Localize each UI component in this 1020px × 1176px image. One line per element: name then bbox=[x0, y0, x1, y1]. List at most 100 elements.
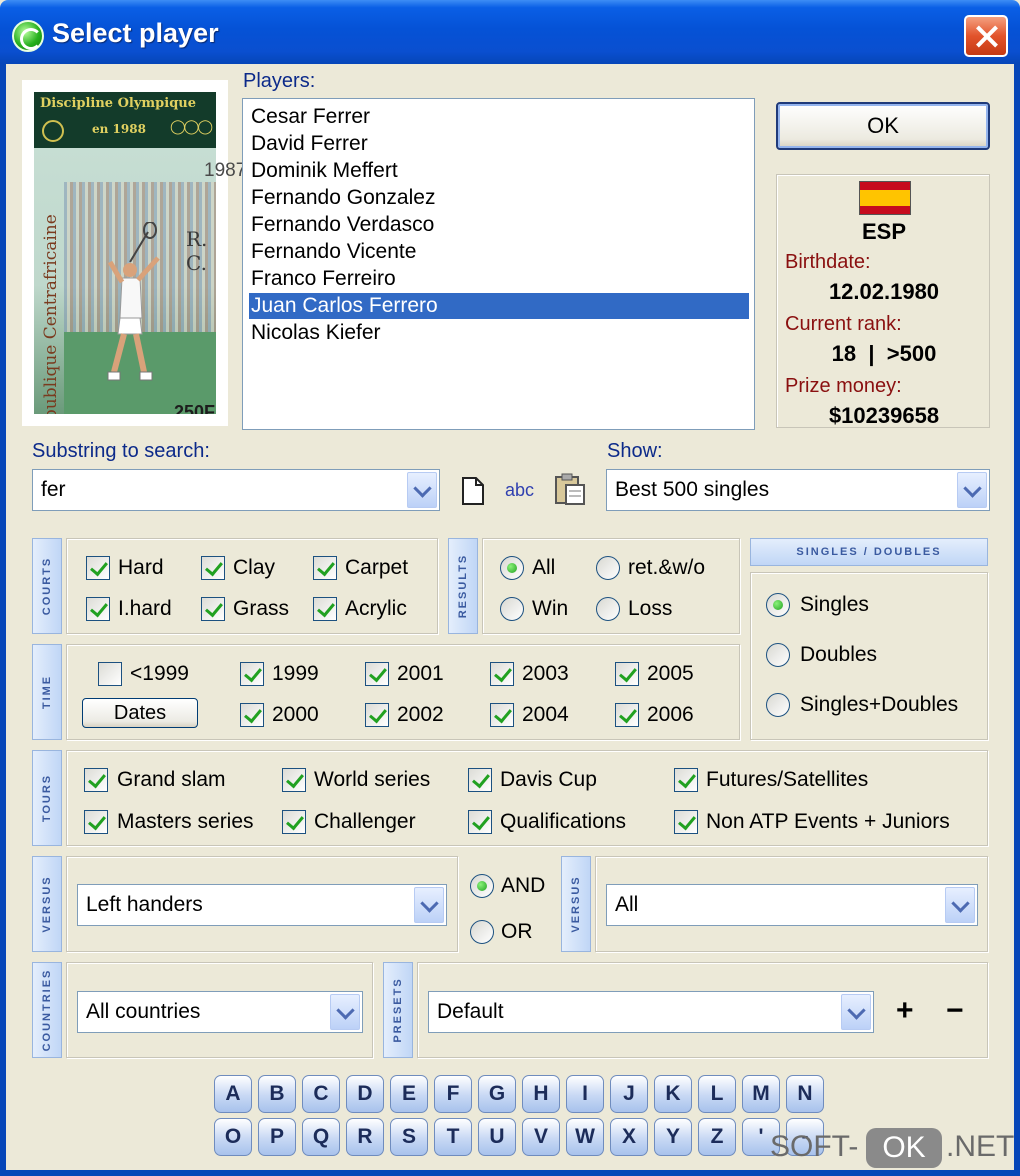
letter-key-s[interactable]: S bbox=[390, 1118, 428, 1156]
letter-key-p[interactable]: P bbox=[258, 1118, 296, 1156]
checkbox-label: 2002 bbox=[397, 703, 444, 726]
checkbox-masters-series[interactable] bbox=[84, 810, 108, 834]
chevron-down-icon[interactable] bbox=[957, 472, 987, 508]
versus-right-select[interactable]: All bbox=[606, 884, 978, 926]
letter-key-e[interactable]: E bbox=[390, 1075, 428, 1113]
letter-key-d[interactable]: D bbox=[346, 1075, 384, 1113]
checkbox-year-2002[interactable] bbox=[365, 703, 389, 727]
checkbox-court-hard[interactable] bbox=[86, 556, 110, 580]
show-select[interactable]: Best 500 singles bbox=[606, 469, 990, 511]
dates-button[interactable]: Dates bbox=[82, 698, 198, 728]
list-item[interactable]: Nicolas Kiefer bbox=[249, 320, 749, 346]
list-item[interactable]: David Ferrer bbox=[249, 131, 749, 157]
chevron-down-icon[interactable] bbox=[841, 994, 871, 1030]
radio-results-loss[interactable] bbox=[596, 597, 620, 621]
letter-key-b[interactable]: B bbox=[258, 1075, 296, 1113]
checkbox-year-2003[interactable] bbox=[490, 662, 514, 686]
checkbox-label: 2001 bbox=[397, 662, 444, 685]
radio-singles[interactable] bbox=[766, 593, 790, 617]
results-tab: RESULTS bbox=[448, 538, 478, 634]
checkbox-court-indoor-hard[interactable] bbox=[86, 597, 110, 621]
chevron-down-icon[interactable] bbox=[407, 472, 437, 508]
presets-select[interactable]: Default bbox=[428, 991, 874, 1033]
players-listbox[interactable]: Cesar Ferrer David Ferrer Dominik Meffer… bbox=[242, 98, 755, 430]
radio-and[interactable] bbox=[470, 874, 494, 898]
list-item[interactable]: Cesar Ferrer bbox=[249, 104, 749, 130]
letter-key-h[interactable]: H bbox=[522, 1075, 560, 1113]
checkbox-grand-slam[interactable] bbox=[84, 768, 108, 792]
new-document-icon[interactable] bbox=[460, 476, 486, 506]
search-input[interactable]: fer bbox=[32, 469, 440, 511]
checkbox-label: I.hard bbox=[118, 597, 172, 620]
letter-key-y[interactable]: Y bbox=[654, 1118, 692, 1156]
checkbox-year-2001[interactable] bbox=[365, 662, 389, 686]
letter-key-t[interactable]: T bbox=[434, 1118, 472, 1156]
checkbox-year-1999[interactable] bbox=[240, 662, 264, 686]
remove-preset-button[interactable]: − bbox=[946, 994, 964, 1028]
list-item-selected[interactable]: Juan Carlos Ferrero bbox=[248, 292, 750, 320]
letter-key-x[interactable]: X bbox=[610, 1118, 648, 1156]
letter-key-f[interactable]: F bbox=[434, 1075, 472, 1113]
checkbox-court-carpet[interactable] bbox=[313, 556, 337, 580]
close-button[interactable] bbox=[964, 15, 1008, 57]
list-item[interactable]: Fernando Verdasco bbox=[249, 212, 749, 238]
checkbox-year-2000[interactable] bbox=[240, 703, 264, 727]
prize-value: $10239658 bbox=[828, 403, 940, 428]
checkbox-world-series[interactable] bbox=[282, 768, 306, 792]
list-item[interactable]: Franco Ferreiro bbox=[249, 266, 749, 292]
tennis-player-illustration bbox=[107, 222, 160, 381]
checkbox-before-1999[interactable] bbox=[98, 662, 122, 686]
letter-key-r[interactable]: R bbox=[346, 1118, 384, 1156]
presets-tab: PRESETS bbox=[383, 962, 413, 1058]
radio-doubles[interactable] bbox=[766, 643, 790, 667]
letter-key-g[interactable]: G bbox=[478, 1075, 516, 1113]
radio-results-ret-wo[interactable] bbox=[596, 556, 620, 580]
letter-key-w[interactable]: W bbox=[566, 1118, 604, 1156]
countries-select[interactable]: All countries bbox=[77, 991, 363, 1033]
list-item[interactable]: Dominik Meffert bbox=[249, 158, 749, 184]
add-preset-button[interactable]: + bbox=[896, 994, 914, 1028]
checkbox-year-2004[interactable] bbox=[490, 703, 514, 727]
search-value: fer bbox=[41, 478, 66, 501]
checkbox-challenger[interactable] bbox=[282, 810, 306, 834]
radio-or[interactable] bbox=[470, 920, 494, 944]
checkbox-court-clay[interactable] bbox=[201, 556, 225, 580]
checkbox-futures-satellites[interactable] bbox=[674, 768, 698, 792]
chevron-down-icon[interactable] bbox=[414, 887, 444, 923]
radio-label: Win bbox=[532, 597, 569, 620]
list-item[interactable]: Fernando Gonzalez bbox=[249, 185, 749, 211]
chevron-down-icon[interactable] bbox=[330, 994, 360, 1030]
letter-key-m[interactable]: M bbox=[742, 1075, 780, 1113]
checkbox-court-grass[interactable] bbox=[201, 597, 225, 621]
player-photo-stamp: Discipline Olympique en 1988 ◯◯◯ Républi… bbox=[22, 80, 246, 426]
checkbox-year-2006[interactable] bbox=[615, 703, 639, 727]
title-bar[interactable]: Select player bbox=[0, 0, 1020, 64]
letter-key-k[interactable]: K bbox=[654, 1075, 692, 1113]
radio-results-win[interactable] bbox=[500, 597, 524, 621]
spellcheck-abc-icon[interactable]: abc bbox=[505, 480, 534, 501]
radio-results-all[interactable] bbox=[500, 556, 524, 580]
checkbox-court-acrylic[interactable] bbox=[313, 597, 337, 621]
letter-key-j[interactable]: J bbox=[610, 1075, 648, 1113]
watermark: SOFT- OK .NET bbox=[770, 1128, 1014, 1168]
ok-button[interactable]: OK bbox=[776, 102, 990, 150]
versus-left-select[interactable]: Left handers bbox=[77, 884, 447, 926]
letter-key-c[interactable]: C bbox=[302, 1075, 340, 1113]
radio-singles-doubles[interactable] bbox=[766, 693, 790, 717]
checkbox-davis-cup[interactable] bbox=[468, 768, 492, 792]
letter-key-v[interactable]: V bbox=[522, 1118, 560, 1156]
letter-key-z[interactable]: Z bbox=[698, 1118, 736, 1156]
letter-key-i[interactable]: I bbox=[566, 1075, 604, 1113]
checkbox-year-2005[interactable] bbox=[615, 662, 639, 686]
letter-key-l[interactable]: L bbox=[698, 1075, 736, 1113]
chevron-down-icon[interactable] bbox=[945, 887, 975, 923]
letter-key-a[interactable]: A bbox=[214, 1075, 252, 1113]
checkbox-qualifications[interactable] bbox=[468, 810, 492, 834]
clipboard-paste-icon[interactable] bbox=[552, 472, 588, 506]
list-item[interactable]: Fernando Vicente bbox=[249, 239, 749, 265]
letter-key-n[interactable]: N bbox=[786, 1075, 824, 1113]
letter-key-q[interactable]: Q bbox=[302, 1118, 340, 1156]
letter-key-u[interactable]: U bbox=[478, 1118, 516, 1156]
checkbox-non-atp[interactable] bbox=[674, 810, 698, 834]
letter-key-o[interactable]: O bbox=[214, 1118, 252, 1156]
